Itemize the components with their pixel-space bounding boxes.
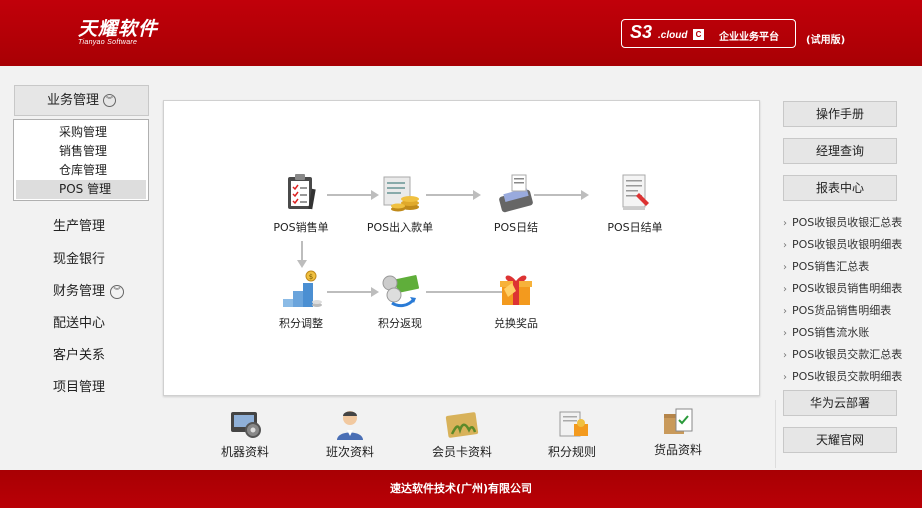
flow-node-points-cashback[interactable]: 积分返现: [355, 267, 445, 331]
flow-node-pos-daily[interactable]: POS日结: [471, 171, 561, 235]
receipt-icon: [613, 171, 657, 215]
flow-node-pos-sale[interactable]: POS销售单: [256, 171, 346, 235]
toolbar-label: 机器资料: [220, 445, 269, 459]
report-link[interactable]: › POS销售汇总表: [783, 258, 869, 274]
sidebar-item-finance[interactable]: 财务管理 ︾: [0, 280, 163, 299]
toolbar-label: 会员卡资料: [431, 445, 492, 459]
report-center-button[interactable]: 报表中心: [783, 175, 897, 201]
flow-node-points-adjust[interactable]: $ 积分调整: [256, 267, 346, 331]
report-link-label: POS收银员交款明细表: [792, 370, 903, 383]
flow-node-label: 兑换奖品: [494, 317, 538, 330]
category-label: 业务管理: [46, 93, 99, 108]
flow-panel: POS销售单 POS出入款单 POS日结 POS日结单 $ 积分调整 积分返现: [163, 100, 760, 396]
report-link[interactable]: › POS收银员收银汇总表: [783, 214, 902, 230]
brand-platform: 企业业务平台: [719, 32, 779, 43]
toolbar-goods-info[interactable]: 货品资料: [638, 406, 718, 458]
manual-button[interactable]: 操作手册: [783, 101, 897, 127]
report-link[interactable]: › POS收银员收银明细表: [783, 236, 902, 252]
flow-node-label: 积分返现: [378, 317, 422, 330]
chevron-down-icon: ︾: [110, 284, 125, 299]
chevron-right-icon: ›: [783, 284, 787, 295]
trial-label: (试用版): [806, 35, 846, 46]
toolbar-member-card[interactable]: 会员卡资料: [422, 408, 502, 460]
flow-node-label: POS销售单: [273, 221, 329, 234]
sidebar-item-crm[interactable]: 客户关系: [0, 344, 163, 363]
chevron-right-icon: ›: [783, 372, 787, 383]
machine-gear-icon: [227, 408, 263, 440]
brand-c-icon: C: [693, 29, 704, 40]
footer-copyright: 速达软件技术(广州)有限公司: [0, 470, 922, 508]
sidebar-item-project[interactable]: 项目管理: [0, 376, 163, 395]
report-link[interactable]: › POS收银员交款汇总表: [783, 346, 902, 362]
submenu: 采购管理 销售管理 仓库管理 POS 管理: [13, 119, 149, 201]
gift-icon: [494, 267, 538, 311]
flow-arrow-down: [297, 241, 307, 268]
chevron-down-icon: ︾: [103, 94, 116, 107]
report-link-label: POS收银员收银汇总表: [792, 216, 903, 229]
stairs-coins-icon: $: [279, 267, 323, 311]
flow-node-pos-daily-doc[interactable]: POS日结单: [590, 171, 680, 235]
sidebar-item-production[interactable]: 生产管理: [0, 215, 163, 234]
chevron-right-icon: ›: [783, 262, 787, 273]
report-link-label: POS收银员交款汇总表: [792, 348, 903, 361]
chevron-right-icon: ›: [783, 306, 787, 317]
toolbar-label: 货品资料: [653, 443, 702, 457]
logo: 天耀软件 Tianyao Software: [78, 14, 158, 46]
chevron-right-icon: ›: [783, 350, 787, 361]
report-link-label: POS收银员销售明细表: [792, 282, 903, 295]
document-coins-icon: [554, 408, 590, 440]
report-link[interactable]: › POS销售流水账: [783, 324, 869, 340]
report-link-label: POS销售流水账: [792, 326, 870, 339]
clipboard-icon: [279, 171, 323, 215]
chevron-right-icon: ›: [783, 328, 787, 339]
submenu-item-warehouse[interactable]: 仓库管理: [16, 161, 146, 180]
flow-node-label: POS日结: [493, 221, 539, 234]
flow-node-label: POS日结单: [607, 221, 663, 234]
chevron-right-icon: ›: [783, 240, 787, 251]
toolbar-points-rule[interactable]: 积分规则: [532, 408, 612, 460]
flow-node-label: 积分调整: [279, 317, 323, 330]
coins-document-icon: [378, 171, 422, 215]
header-bar: 天耀软件 Tianyao Software S3 .cloud C 企业业务平台…: [0, 0, 922, 66]
platform-brand-box: S3 .cloud C 企业业务平台: [621, 19, 796, 48]
report-link-label: POS销售汇总表: [792, 260, 870, 273]
pos-terminal-icon: [494, 171, 538, 215]
report-link-label: POS收银员收银明细表: [792, 238, 903, 251]
manager-query-button[interactable]: 经理查询: [783, 138, 897, 164]
huawei-cloud-button[interactable]: 华为云部署: [783, 390, 897, 416]
submenu-item-sales[interactable]: 销售管理: [16, 142, 146, 161]
box-check-icon: [660, 406, 696, 438]
toolbar-label: 积分规则: [547, 445, 596, 459]
person-icon: [332, 408, 368, 440]
sidebar-item-cash-bank[interactable]: 现金银行: [0, 248, 163, 267]
logo-cn: 天耀软件: [78, 18, 159, 40]
report-link[interactable]: › POS收银员销售明细表: [783, 280, 902, 296]
svg-text:$: $: [309, 273, 313, 281]
sidebar-item-distribution[interactable]: 配送中心: [0, 312, 163, 331]
toolbar-machine-info[interactable]: 机器资料: [205, 408, 285, 460]
bottom-toolbar: 机器资料 班次资料 会员卡资料 积分规则 货品资料: [163, 402, 760, 464]
money-exchange-icon: [378, 267, 422, 311]
divider: [775, 400, 776, 468]
submenu-item-pos[interactable]: POS 管理: [16, 180, 146, 199]
flow-node-pos-cash-io[interactable]: POS出入款单: [355, 171, 445, 235]
toolbar-shift-info[interactable]: 班次资料: [310, 408, 390, 460]
report-link[interactable]: › POS收银员交款明细表: [783, 368, 902, 384]
flow-node-redeem-prize[interactable]: 兑换奖品: [471, 267, 561, 331]
flow-node-label: POS出入款单: [366, 221, 434, 234]
official-site-button[interactable]: 天耀官网: [783, 427, 897, 453]
member-card-icon: [444, 408, 480, 440]
brand-cloud: .cloud: [658, 30, 688, 41]
submenu-item-purchase[interactable]: 采购管理: [16, 123, 146, 142]
category-business-button[interactable]: 业务管理 ︾: [14, 85, 149, 116]
sidebar-item-finance-label: 财务管理: [53, 284, 106, 299]
toolbar-label: 班次资料: [325, 445, 374, 459]
chevron-right-icon: ›: [783, 218, 787, 229]
report-link[interactable]: › POS货品销售明细表: [783, 302, 891, 318]
brand-s3: S3: [630, 22, 653, 42]
report-link-label: POS货品销售明细表: [792, 304, 892, 317]
